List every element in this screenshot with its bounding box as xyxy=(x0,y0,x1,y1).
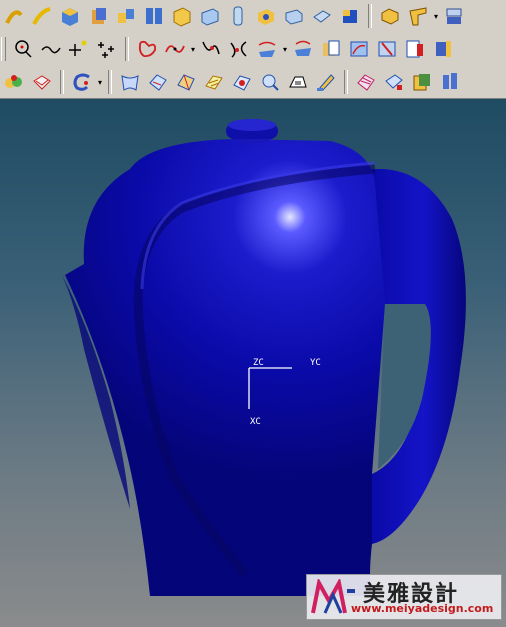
offset-curve-icon[interactable] xyxy=(135,37,159,61)
swept-surface-icon[interactable] xyxy=(118,70,142,94)
toolbar-separator xyxy=(344,70,348,94)
dropdown-arrow-icon[interactable]: ▾ xyxy=(281,37,289,61)
watermark-url: www.meiyadesign.com xyxy=(351,602,494,615)
dropdown-arrow-icon[interactable]: ▾ xyxy=(432,4,440,28)
lid-knob-top xyxy=(228,119,276,131)
blend-icon[interactable] xyxy=(442,4,466,28)
wcs-xc-label: XC xyxy=(250,417,261,427)
toolbar-grip[interactable] xyxy=(1,37,6,61)
watermark: 美雅設計 www.meiyadesign.com xyxy=(306,574,502,620)
toolbar-row-1: ▾ xyxy=(0,0,506,32)
point-set-icon[interactable] xyxy=(95,37,119,61)
cylinder-surface-icon[interactable] xyxy=(438,70,462,94)
thicken-icon[interactable] xyxy=(354,70,378,94)
divide-curve-icon[interactable] xyxy=(431,37,455,61)
extrude-icon[interactable] xyxy=(114,4,138,28)
spline-icon[interactable] xyxy=(39,37,63,61)
trim-sheet-icon[interactable] xyxy=(258,70,282,94)
n-sided-surface-icon[interactable] xyxy=(174,70,198,94)
kettle-body xyxy=(65,139,385,596)
toolbar-separator xyxy=(125,37,129,61)
dropdown-arrow-icon[interactable]: ▾ xyxy=(96,70,104,94)
project-curve-icon[interactable] xyxy=(255,37,279,61)
extract-curve-icon[interactable] xyxy=(347,37,371,61)
arc-curve-icon[interactable] xyxy=(30,4,54,28)
dropdown-arrow-icon[interactable]: ▾ xyxy=(189,37,197,61)
through-curves-icon[interactable] xyxy=(30,70,54,94)
bounded-plane-icon[interactable] xyxy=(202,70,226,94)
section-surface-icon[interactable] xyxy=(146,70,170,94)
toolbar-separator xyxy=(368,4,372,28)
sew-icon[interactable] xyxy=(314,70,338,94)
patch-icon[interactable] xyxy=(382,70,406,94)
wcs-triad xyxy=(248,367,292,409)
mesh-surface-icon[interactable] xyxy=(70,70,94,94)
wcs-zc-label: ZC xyxy=(253,358,264,368)
toolbar-area: ▾ ▾ ▾ ▾ xyxy=(0,0,506,99)
isoparametric-curve-icon[interactable] xyxy=(319,37,343,61)
bridge-curve-icon[interactable] xyxy=(199,37,223,61)
wcs-yc-label: YC xyxy=(310,358,321,368)
cube-icon[interactable] xyxy=(170,4,194,28)
revolve-icon[interactable] xyxy=(142,4,166,28)
toolbar-separator xyxy=(108,70,112,94)
boss-icon[interactable] xyxy=(378,4,402,28)
quilt-icon[interactable] xyxy=(410,70,434,94)
combined-curve-icon[interactable] xyxy=(291,37,315,61)
chamfer-icon[interactable] xyxy=(406,4,430,28)
point-icon[interactable] xyxy=(67,37,91,61)
toolbar-row-3: ▾ xyxy=(0,66,506,98)
sketch-curve-icon[interactable] xyxy=(2,4,26,28)
pocket-icon[interactable] xyxy=(282,4,306,28)
hole-icon[interactable] xyxy=(254,4,278,28)
split-curve-icon[interactable] xyxy=(403,37,427,61)
cylinder-icon[interactable] xyxy=(86,4,110,28)
pad-icon[interactable] xyxy=(310,4,334,28)
circle-icon[interactable] xyxy=(11,37,35,61)
toolbar-row-2: ▾ ▾ xyxy=(0,33,506,65)
block-icon[interactable] xyxy=(58,4,82,28)
extension-surface-icon[interactable] xyxy=(286,70,310,94)
pipe-icon[interactable] xyxy=(226,4,250,28)
box-icon[interactable] xyxy=(198,4,222,28)
graphics-viewport[interactable]: ZC YC XC xyxy=(0,99,506,627)
offset-surface-icon[interactable] xyxy=(230,70,254,94)
trim-curve-icon[interactable] xyxy=(375,37,399,61)
intersect-curve-icon[interactable] xyxy=(227,37,251,61)
ruled-surface-icon[interactable] xyxy=(2,70,26,94)
slot-icon[interactable] xyxy=(338,4,362,28)
toolbar-separator xyxy=(60,70,64,94)
helix-icon[interactable] xyxy=(163,37,187,61)
